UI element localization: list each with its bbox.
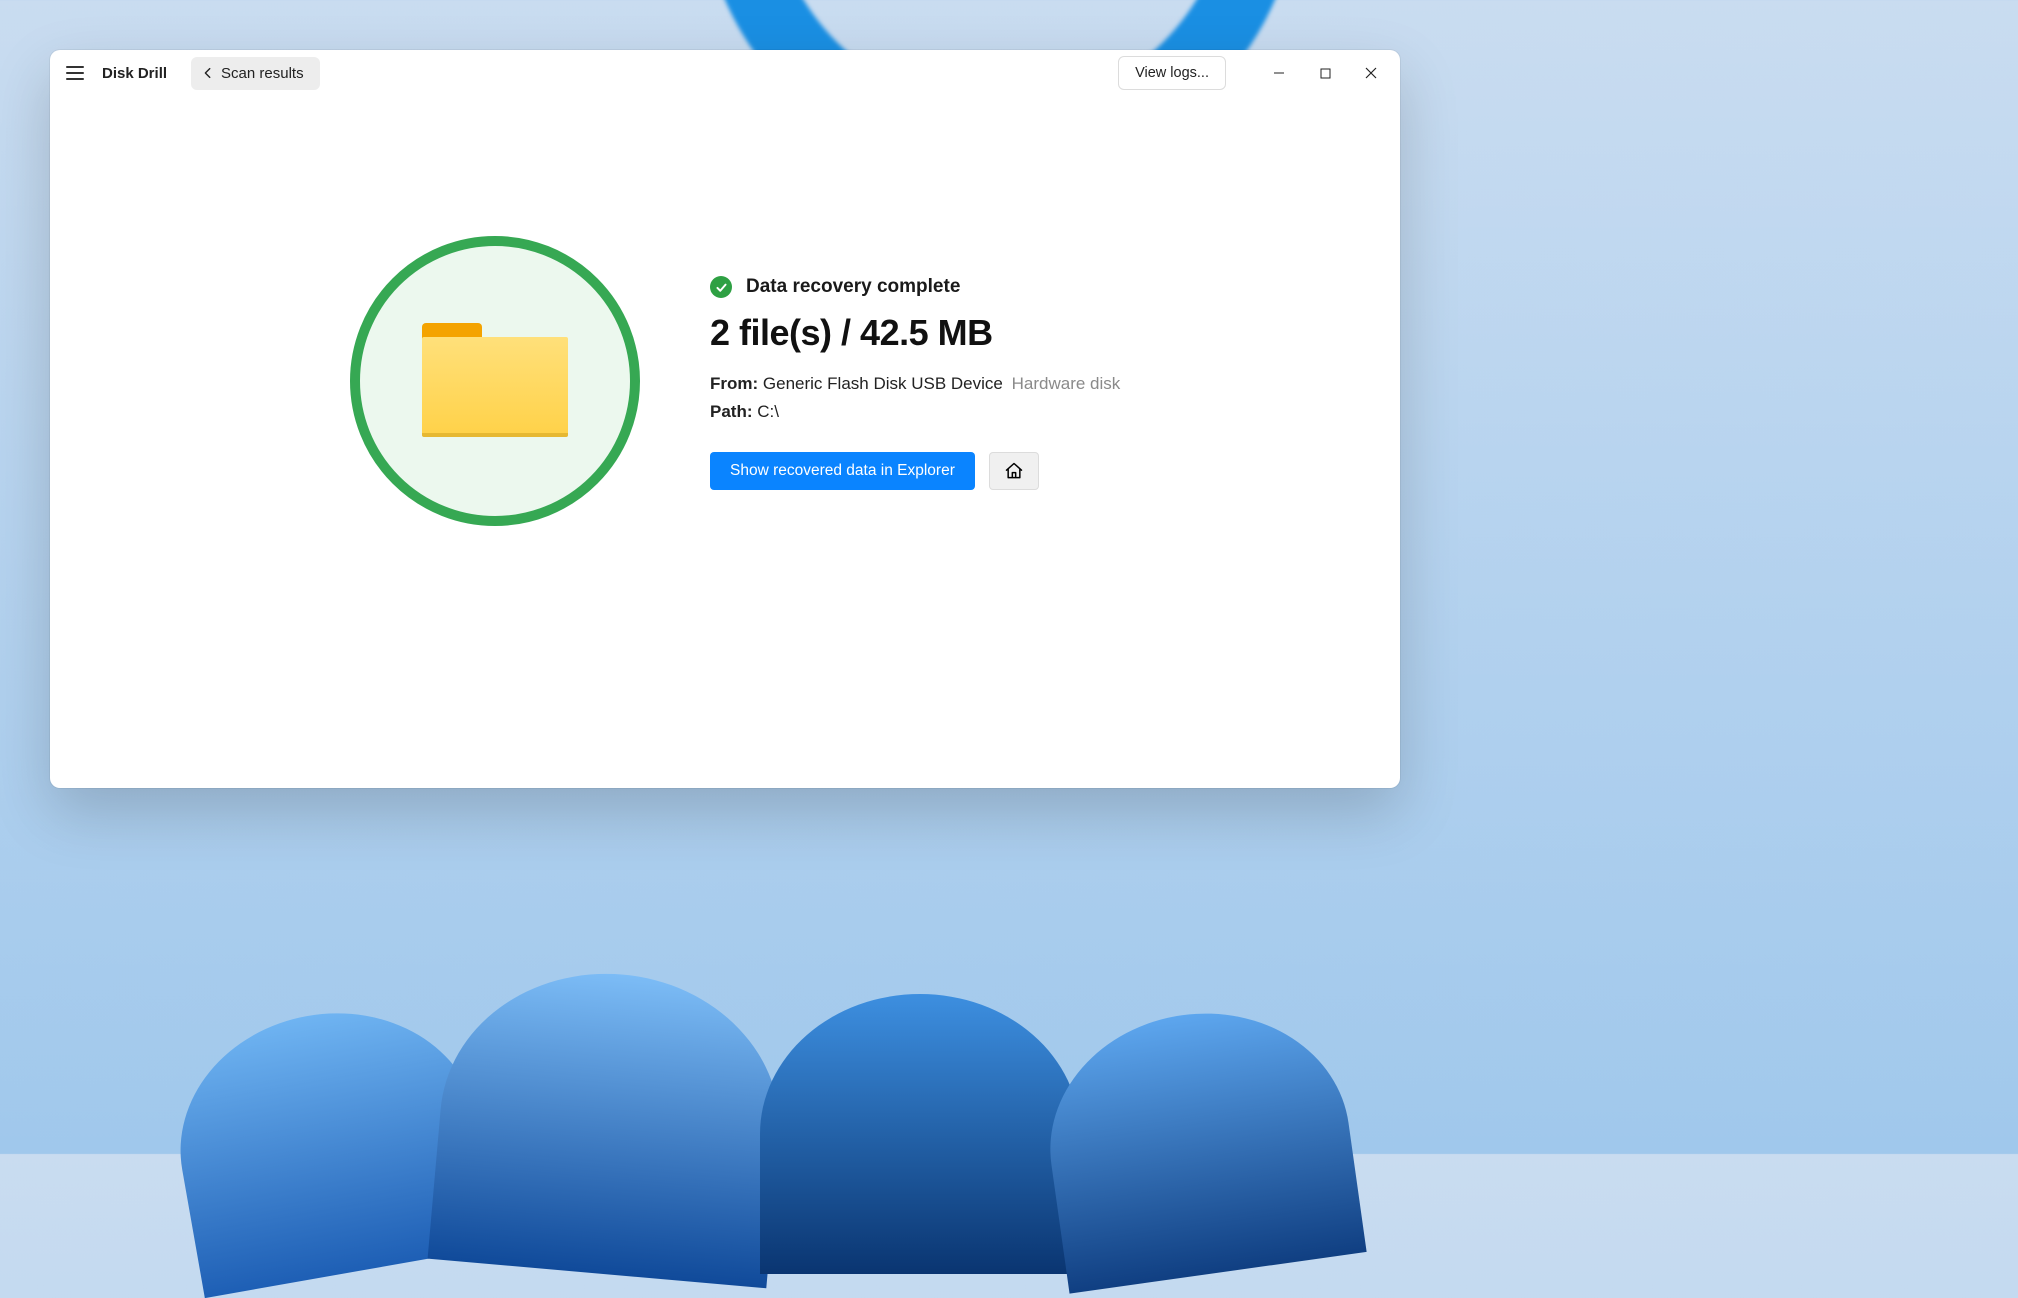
path-label: Path: xyxy=(710,402,753,421)
minimize-icon xyxy=(1273,67,1285,79)
home-icon xyxy=(1004,461,1024,481)
recovery-complete-content: Data recovery complete 2 file(s) / 42.5 … xyxy=(50,96,1400,788)
home-button[interactable] xyxy=(989,452,1039,490)
show-in-explorer-button[interactable]: Show recovered data in Explorer xyxy=(710,452,975,490)
check-icon xyxy=(710,276,732,298)
desktop-petal xyxy=(428,960,793,1288)
recovery-summary: 2 file(s) / 42.5 MB xyxy=(710,312,1120,354)
maximize-icon xyxy=(1320,68,1331,79)
view-logs-button[interactable]: View logs... xyxy=(1118,56,1226,90)
from-row: From: Generic Flash Disk USB Device Hard… xyxy=(710,374,1120,394)
app-window: Disk Drill Scan results View logs... xyxy=(50,50,1400,788)
from-value: Generic Flash Disk USB Device xyxy=(763,374,1003,393)
close-icon xyxy=(1365,67,1377,79)
close-button[interactable] xyxy=(1348,53,1394,93)
desktop-petal xyxy=(760,994,1080,1274)
titlebar: Disk Drill Scan results View logs... xyxy=(50,50,1400,96)
maximize-button[interactable] xyxy=(1302,53,1348,93)
back-scan-results-button[interactable]: Scan results xyxy=(191,57,320,90)
status-text: Data recovery complete xyxy=(746,276,960,298)
desktop-petal xyxy=(1033,994,1366,1293)
window-controls xyxy=(1256,53,1394,93)
path-value: C:\ xyxy=(757,402,779,421)
minimize-button[interactable] xyxy=(1256,53,1302,93)
from-type: Hardware disk xyxy=(1012,374,1121,393)
success-circle xyxy=(350,236,640,526)
folder-icon xyxy=(422,323,568,439)
path-row: Path: C:\ xyxy=(710,402,1120,422)
back-label: Scan results xyxy=(221,65,304,82)
from-label: From: xyxy=(710,374,758,393)
chevron-left-icon xyxy=(201,66,215,80)
result-panel: Data recovery complete 2 file(s) / 42.5 … xyxy=(710,236,1120,490)
app-title: Disk Drill xyxy=(102,65,167,82)
menu-button[interactable] xyxy=(64,62,86,84)
